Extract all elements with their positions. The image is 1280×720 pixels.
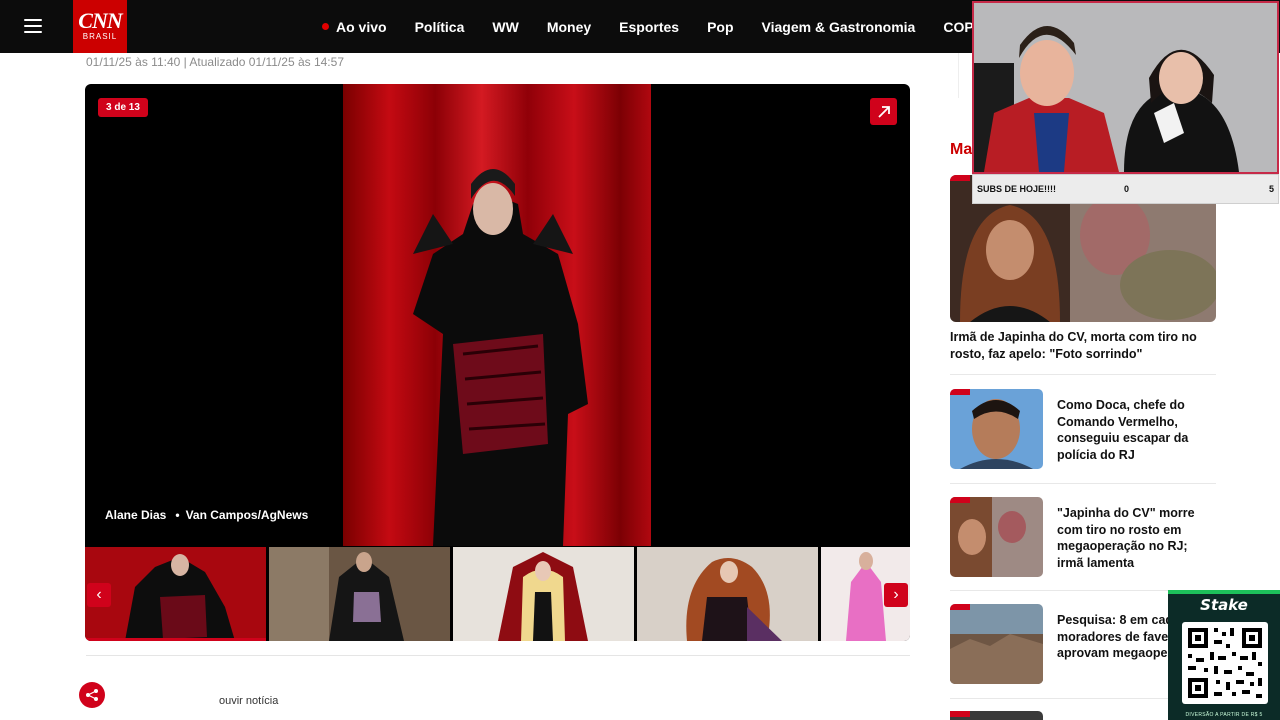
gallery-thumbnail[interactable] xyxy=(85,547,266,641)
gallery-thumbnail[interactable] xyxy=(453,547,634,641)
subs-goal-bar: SUBS DE HOJE!!!! 0 5 xyxy=(972,174,1279,204)
photo-caption: Alane Dias • Van Campos/AgNews xyxy=(105,508,309,522)
nav-item-ao-vivo[interactable]: Ao vivo xyxy=(322,19,387,35)
subs-goal-label: SUBS DE HOJE!!!! xyxy=(977,184,1057,194)
nav-label: Política xyxy=(414,18,465,35)
divider xyxy=(958,53,959,98)
category-tag xyxy=(950,604,970,610)
gallery-main-photo[interactable] xyxy=(343,84,651,546)
news-item-image[interactable] xyxy=(950,604,1043,684)
logo-subtext: BRASIL xyxy=(82,32,118,41)
ad-brand-logo: Stake xyxy=(1200,596,1248,614)
nav-label: Viagem & Gastronomia xyxy=(761,18,916,35)
nav-label: Pop xyxy=(707,18,734,35)
menu-icon[interactable] xyxy=(24,19,42,33)
nav-label: WW xyxy=(492,18,519,35)
main-nav: Ao vivo Política WW Money Esportes Pop V… xyxy=(322,0,1017,53)
news-item-title[interactable]: Como Doca, chefe do Comando Vermelho, co… xyxy=(1057,397,1217,463)
caption-name: Alane Dias xyxy=(105,508,167,522)
divider xyxy=(950,483,1216,484)
nav-item-viagem-gastronomia[interactable]: Viagem & Gastronomia xyxy=(762,19,916,35)
nav-item-pop[interactable]: Pop xyxy=(707,19,733,35)
live-dot-icon xyxy=(322,23,329,30)
logo-text: CNN xyxy=(78,8,122,33)
subs-current-count: 0 xyxy=(1124,184,1130,194)
category-tag xyxy=(950,497,970,503)
subs-goal-count: 5 xyxy=(1269,184,1275,194)
category-tag xyxy=(950,175,970,181)
caption-credit: Van Campos/AgNews xyxy=(185,508,309,522)
nav-label: Money xyxy=(546,18,592,35)
lead-card-title[interactable]: Irmã de Japinha do CV, morta com tiro no… xyxy=(950,329,1216,363)
share-icon[interactable] xyxy=(79,682,105,708)
streamer-webcam-overlay xyxy=(972,1,1279,174)
news-item-image[interactable] xyxy=(950,389,1043,469)
gallery-thumbnails xyxy=(85,547,910,641)
gallery-thumbnail[interactable] xyxy=(269,547,450,641)
article-dateline: 01/11/25 às 11:40 | Atualizado 01/11/25 … xyxy=(86,55,344,69)
expand-icon[interactable] xyxy=(870,98,897,125)
sidebar-section-title: Ma xyxy=(950,141,973,158)
nav-label: Ao vivo xyxy=(336,18,387,35)
gallery-prev-arrow-icon[interactable]: ‹ xyxy=(87,583,111,607)
gallery-counter-badge: 3 de 13 xyxy=(98,98,148,117)
category-tag xyxy=(950,711,970,717)
nav-item-politica[interactable]: Política xyxy=(415,19,465,35)
cnn-brasil-logo[interactable]: CNN BRASIL xyxy=(73,0,127,53)
nav-item-esportes[interactable]: Esportes xyxy=(619,19,679,35)
nav-item-ww[interactable]: WW xyxy=(492,19,518,35)
nav-item-money[interactable]: Money xyxy=(547,19,591,35)
news-item-image[interactable] xyxy=(950,497,1043,577)
divider xyxy=(950,374,1216,375)
news-item-image[interactable] xyxy=(950,711,1043,720)
gallery-thumbnail[interactable] xyxy=(637,547,818,641)
category-tag xyxy=(950,389,970,395)
nav-label: Esportes xyxy=(619,18,680,35)
photo-gallery: 3 de 13 Alane Dias • Van Campos/AgNews ‹ › xyxy=(85,84,910,641)
stake-qr-ad[interactable]: Stake DIVERSÃO A PARTIR DE R$ 5 xyxy=(1168,590,1280,720)
gallery-next-arrow-icon[interactable]: › xyxy=(884,583,908,607)
qr-code-icon[interactable] xyxy=(1182,622,1268,704)
listen-article-button[interactable]: ouvir notícia xyxy=(219,695,278,707)
news-item-title[interactable]: "Japinha do CV" morre com tiro no rosto … xyxy=(1057,505,1217,571)
divider xyxy=(86,655,910,656)
ad-fine-print: DIVERSÃO A PARTIR DE R$ 5 xyxy=(1185,712,1263,718)
